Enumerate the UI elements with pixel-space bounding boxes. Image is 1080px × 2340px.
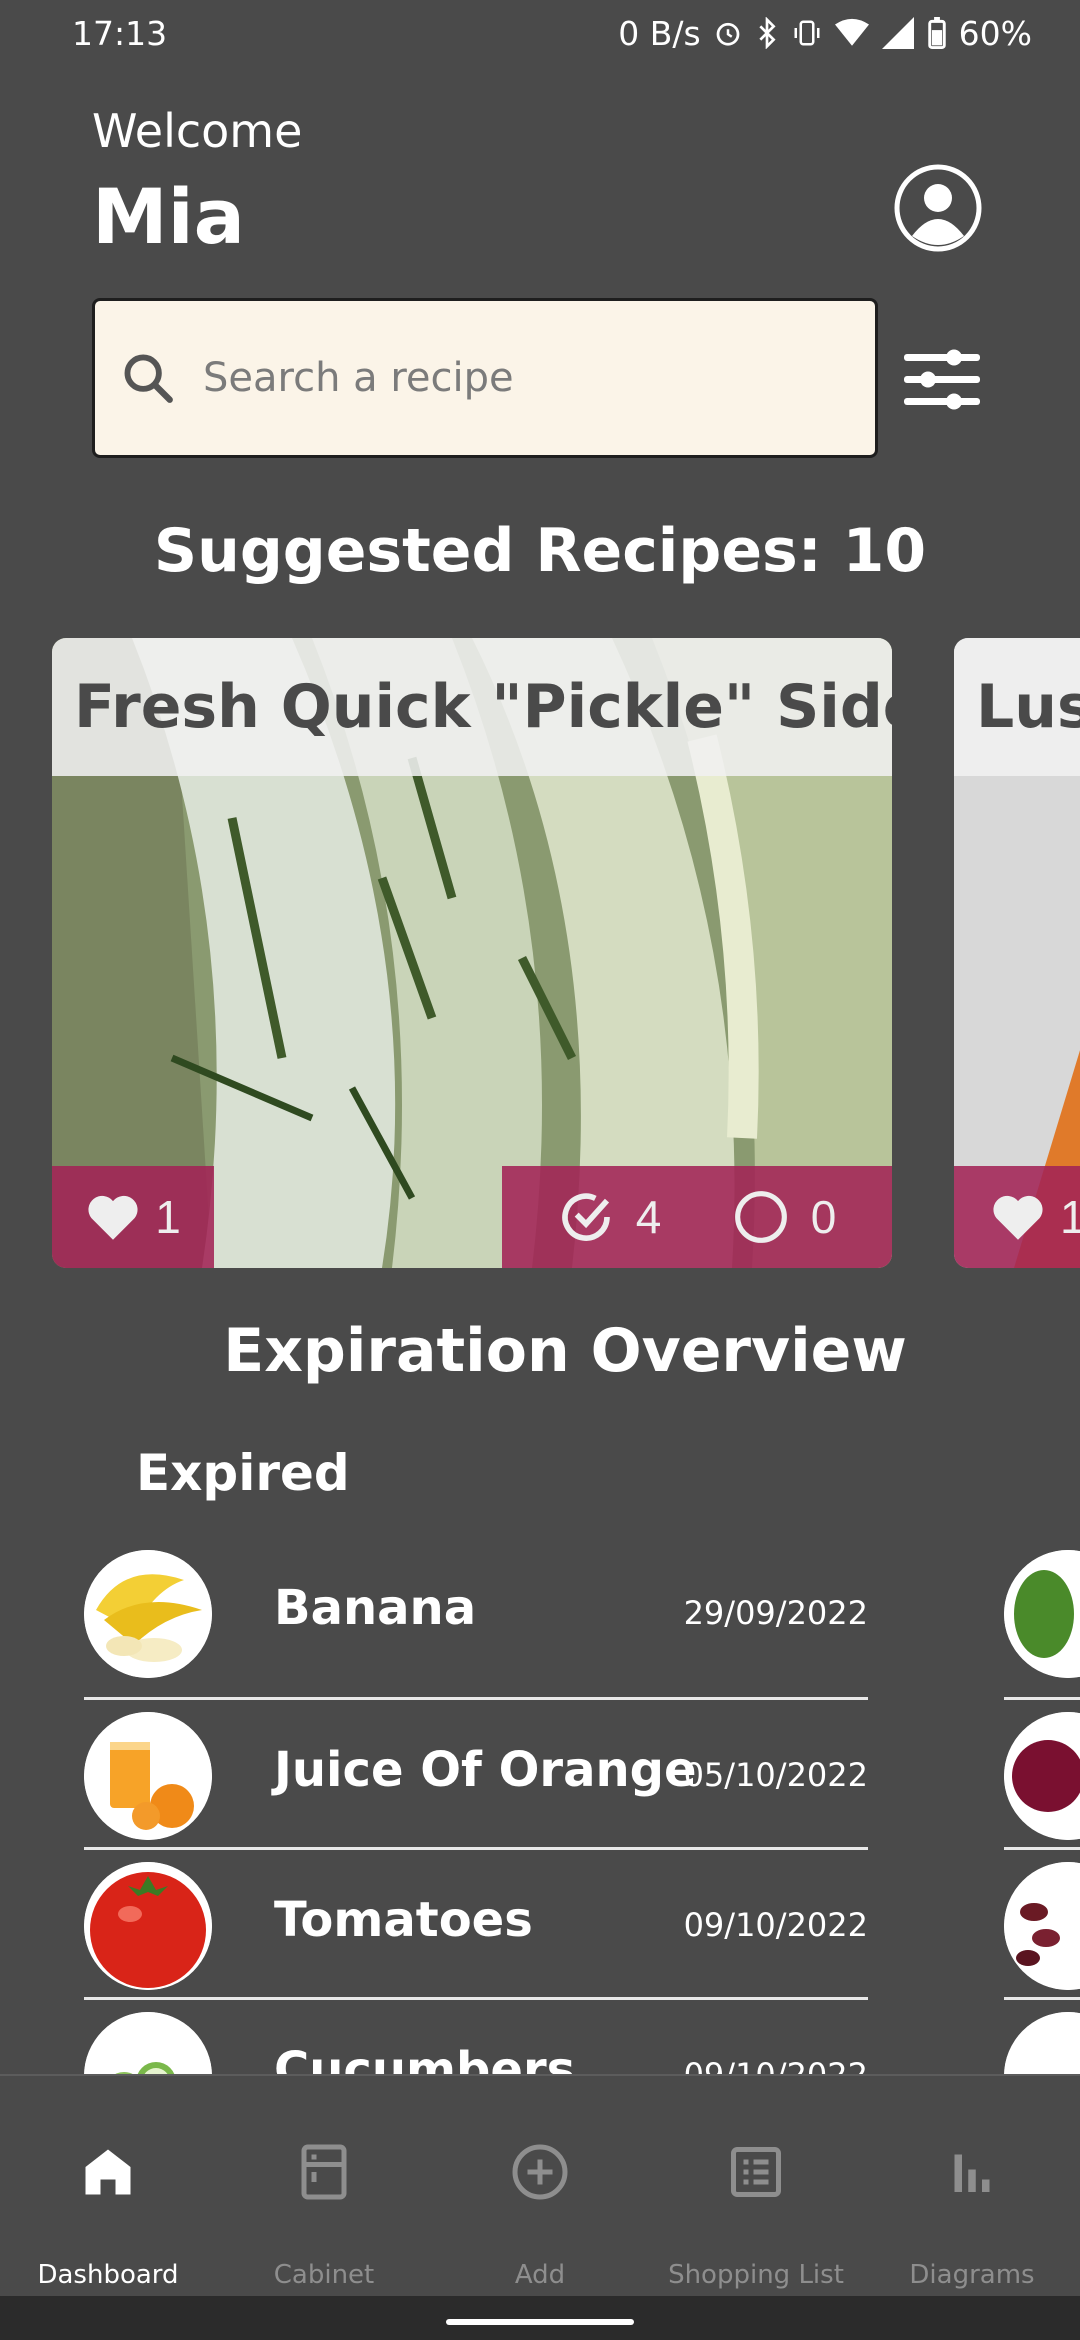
list-item[interactable]: Juice Of Orange 05/10/2022 <box>84 1700 868 1850</box>
welcome-text: Welcome <box>92 104 303 158</box>
cabinet-icon <box>301 2144 347 2200</box>
list-item[interactable] <box>1004 1850 1080 2000</box>
status-icons: 0 B/s 60% <box>618 14 1032 53</box>
recipe-card[interactable]: Lus 1 <box>954 638 1080 1268</box>
filter-button[interactable] <box>900 344 984 416</box>
alarm-icon <box>716 22 740 46</box>
nav-label: Dashboard <box>37 2260 179 2290</box>
likes-count: 1 <box>1060 1191 1080 1243</box>
net-speed: 0 B/s <box>618 13 701 53</box>
item-name: Tomatoes <box>274 1892 533 1948</box>
nav-shopping-list[interactable]: Shopping List <box>648 2076 864 2296</box>
expiration-overview-title: Expiration Overview <box>223 1316 907 1386</box>
likes-badge[interactable]: 1 <box>52 1166 214 1268</box>
sliders-icon <box>904 349 980 410</box>
nav-dashboard[interactable]: Dashboard <box>0 2076 216 2296</box>
list-icon <box>731 2147 781 2197</box>
heart-icon <box>88 1195 138 1240</box>
signal-icon <box>881 17 914 49</box>
beans-image <box>1004 1862 1080 1990</box>
list-item[interactable] <box>1004 1700 1080 1850</box>
add-icon <box>512 2144 568 2200</box>
profile-button[interactable] <box>894 164 982 252</box>
expired-section-label: Expired <box>136 1444 350 1502</box>
bluetooth-icon <box>759 17 776 49</box>
list-item[interactable]: Banana 29/09/2022 <box>84 1550 868 1700</box>
nav-diagrams[interactable]: Diagrams <box>864 2076 1080 2296</box>
home-gesture-handle[interactable] <box>446 2319 634 2325</box>
recipe-title-bar: Fresh Quick "Pickle" Side D.. <box>52 638 892 776</box>
orange-juice-image <box>84 1712 212 1840</box>
battery-level: 60% <box>958 13 1032 53</box>
nav-cabinet[interactable]: Cabinet <box>216 2076 432 2296</box>
profile-icon <box>894 164 982 252</box>
list-item[interactable] <box>1004 1550 1080 1700</box>
missing-ingredients: 0 <box>733 1189 837 1245</box>
expiry-date: 09/10/2022 <box>683 1906 868 1944</box>
status-bar: 17:13 0 B/s 60% <box>0 0 1080 66</box>
check-circle-icon <box>561 1193 610 1241</box>
likes-count: 1 <box>155 1191 181 1243</box>
available-ingredients: 4 <box>558 1189 662 1245</box>
list-item[interactable]: Tomatoes 09/10/2022 <box>84 1850 868 2000</box>
search-input[interactable] <box>203 355 803 401</box>
missing-count: 0 <box>810 1191 837 1243</box>
recipe-title-bar: Lus <box>954 638 1080 776</box>
heart-icon <box>993 1195 1043 1240</box>
home-icon <box>85 2149 131 2195</box>
battery-icon <box>927 17 946 49</box>
wifi-icon <box>834 18 869 46</box>
status-time: 17:13 <box>72 13 168 53</box>
system-navigation-bar <box>0 2296 1080 2340</box>
recipe-title: Fresh Quick "Pickle" Side D.. <box>74 672 892 742</box>
ingredient-stats: 4 0 <box>502 1166 892 1268</box>
vibrate-icon <box>794 20 820 46</box>
bottom-navigation: Dashboard Cabinet Add Shopping List Diag… <box>0 2074 1080 2296</box>
available-count: 4 <box>635 1191 662 1243</box>
expiry-date: 05/10/2022 <box>683 1756 868 1794</box>
nav-label: Cabinet <box>273 2260 375 2290</box>
chart-icon <box>954 2154 990 2192</box>
nav-label: Add <box>514 2260 566 2290</box>
recipe-card[interactable]: Fresh Quick "Pickle" Side D.. 1 4 0 <box>52 638 892 1268</box>
item-name: Banana <box>274 1580 477 1636</box>
search-bar[interactable] <box>92 298 878 458</box>
user-name: Mia <box>92 172 245 261</box>
expired-list: Banana 29/09/2022 Juice Of Orange 05/10/… <box>84 1550 868 2150</box>
nav-label: Shopping List <box>668 2260 844 2290</box>
expiry-date: 29/09/2022 <box>683 1594 868 1632</box>
tomato-image <box>84 1862 212 1990</box>
recipe-title: Lus <box>976 672 1080 742</box>
spinach-image <box>1004 1550 1080 1678</box>
expiring-soon-list <box>1004 1550 1080 2150</box>
search-icon <box>124 354 173 403</box>
nav-label: Diagrams <box>909 2260 1035 2290</box>
banana-image <box>84 1550 212 1678</box>
item-name: Juice Of Orange <box>274 1742 697 1798</box>
circle-icon <box>734 1191 787 1243</box>
nav-add[interactable]: Add <box>432 2076 648 2296</box>
likes-badge[interactable]: 1 <box>954 1166 1080 1268</box>
beetroot-image <box>1004 1712 1080 1840</box>
suggested-recipes-title: Suggested Recipes: 10 <box>153 516 927 586</box>
